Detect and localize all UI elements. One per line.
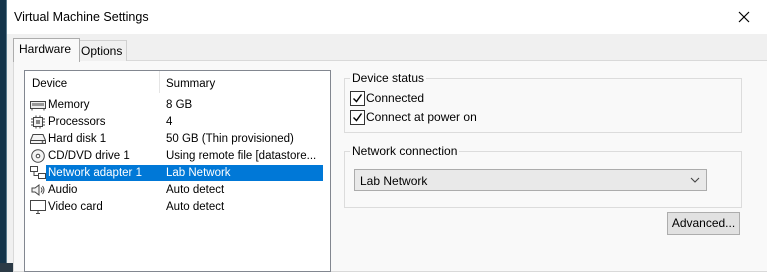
device-row-processors[interactable]: Processors 4 xyxy=(25,114,330,130)
device-name: Network adapter 1 xyxy=(48,167,142,179)
column-header-device[interactable]: Device xyxy=(32,78,67,90)
vm-settings-window: Virtual Machine Settings Options Hardwar… xyxy=(6,0,767,272)
device-row-audio[interactable]: Audio Auto detect xyxy=(25,182,330,198)
device-summary: 8 GB xyxy=(166,99,193,111)
device-summary: Auto detect xyxy=(166,201,225,213)
tab-options[interactable]: Options xyxy=(75,40,127,61)
device-row-video-card[interactable]: Video card Auto detect xyxy=(25,199,330,215)
device-name: Hard disk 1 xyxy=(48,133,107,145)
title-bar[interactable]: Virtual Machine Settings xyxy=(7,0,767,34)
hard-disk-icon xyxy=(30,134,46,144)
device-summary: 50 GB (Thin provisioned) xyxy=(166,133,294,145)
connect-at-power-on-label[interactable]: Connect at power on xyxy=(366,110,477,124)
device-list[interactable]: Device Summary Memory 8 GB Processors 4 xyxy=(24,70,331,272)
memory-icon xyxy=(30,101,46,111)
device-status-title: Device status xyxy=(352,71,425,85)
network-adapter-icon xyxy=(30,166,46,179)
device-name: Video card xyxy=(48,201,103,213)
device-row-memory[interactable]: Memory 8 GB xyxy=(25,97,330,113)
column-header-summary[interactable]: Summary xyxy=(166,78,215,90)
processor-icon xyxy=(31,115,45,129)
device-summary: Lab Network xyxy=(166,167,231,179)
monitor-icon xyxy=(30,200,46,214)
window-title: Virtual Machine Settings xyxy=(14,10,149,24)
tab-hardware[interactable]: Hardware xyxy=(13,38,80,62)
device-list-header: Device Summary xyxy=(25,71,330,95)
device-name: Audio xyxy=(48,184,78,196)
device-summary: Auto detect xyxy=(166,184,225,196)
network-connection-value: Lab Network xyxy=(360,174,428,188)
speaker-icon xyxy=(31,184,45,196)
column-divider[interactable] xyxy=(159,71,160,93)
connected-checkbox[interactable] xyxy=(350,91,365,106)
network-connection-title: Network connection xyxy=(352,144,458,158)
device-row-hard-disk[interactable]: Hard disk 1 50 GB (Thin provisioned) xyxy=(25,131,330,147)
connect-at-power-on-checkbox[interactable] xyxy=(350,110,365,125)
device-name: CD/DVD drive 1 xyxy=(48,150,130,162)
chevron-down-icon xyxy=(690,177,700,183)
advanced-button[interactable]: Advanced... xyxy=(667,212,740,235)
device-name: Memory xyxy=(48,99,90,111)
checkmark-icon xyxy=(353,113,363,122)
network-connection-dropdown[interactable]: Lab Network xyxy=(354,169,707,191)
close-button[interactable] xyxy=(734,7,754,27)
checkmark-icon xyxy=(353,94,363,103)
device-row-cd-dvd[interactable]: CD/DVD drive 1 Using remote file [datast… xyxy=(25,148,330,164)
device-summary: Using remote file [datastore... xyxy=(166,150,316,162)
cd-dvd-icon xyxy=(31,149,45,163)
device-summary: 4 xyxy=(166,116,173,128)
device-row-network-adapter[interactable]: Network adapter 1 Lab Network xyxy=(25,165,330,181)
connected-label[interactable]: Connected xyxy=(366,91,424,105)
close-icon xyxy=(738,11,750,23)
device-name: Processors xyxy=(48,116,106,128)
